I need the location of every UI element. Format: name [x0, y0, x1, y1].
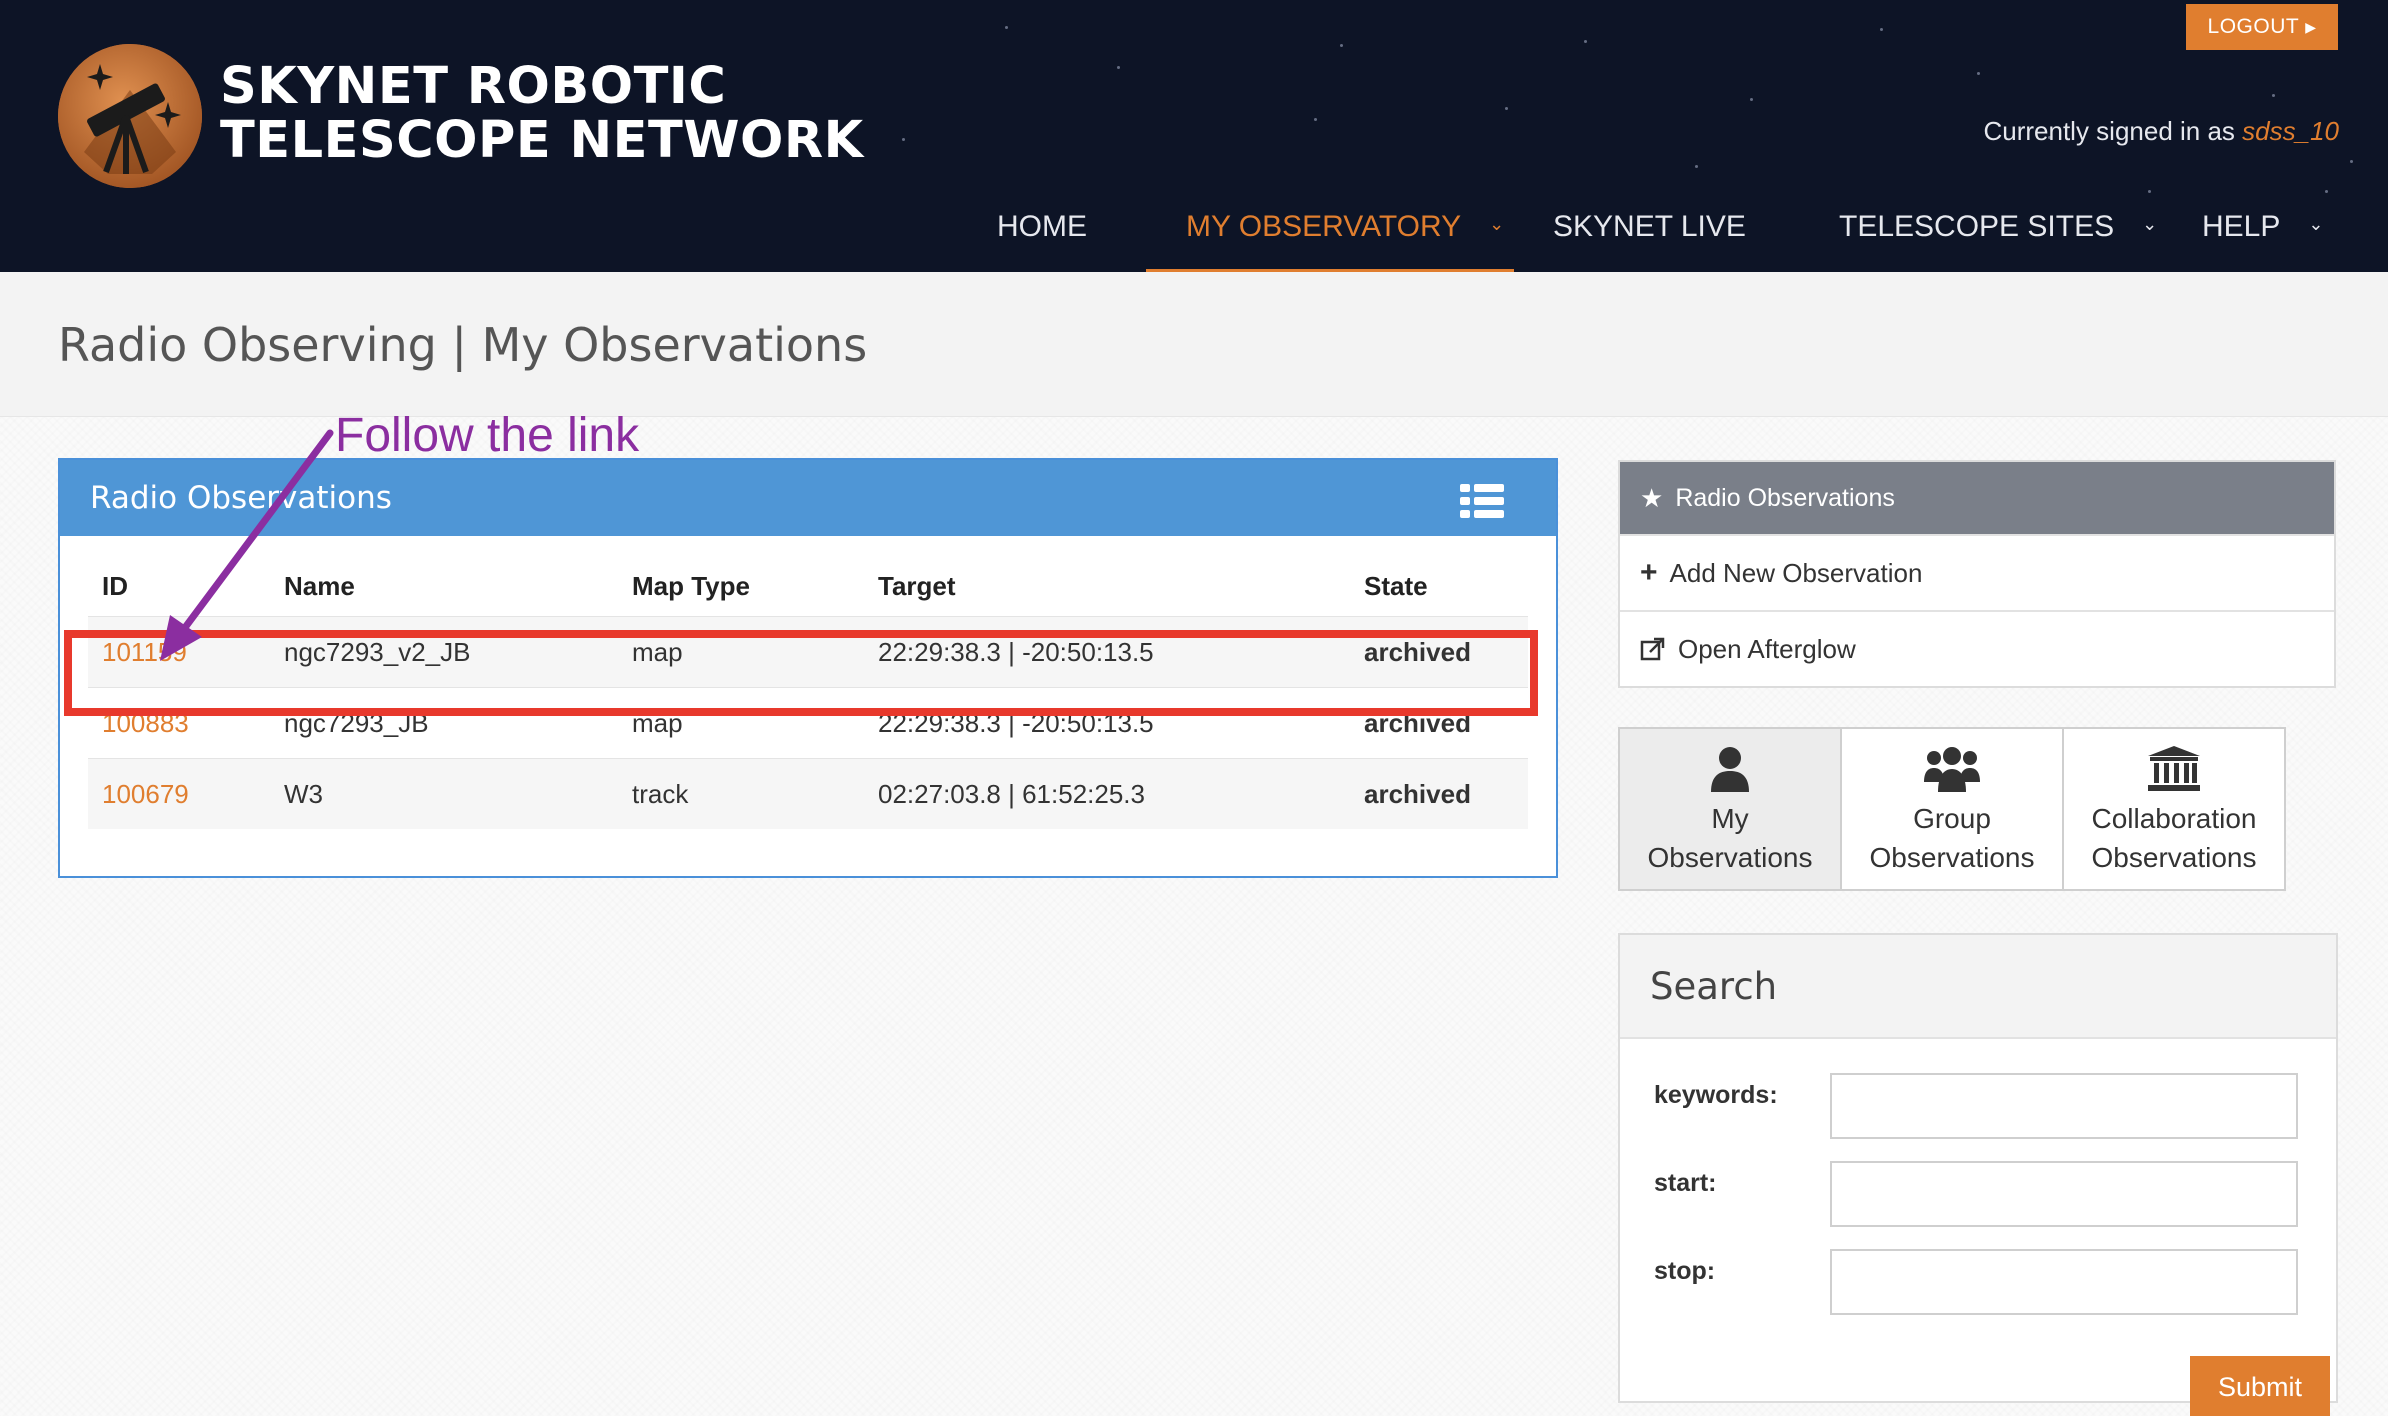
logout-button[interactable]: LOGOUT ▶ [2186, 4, 2338, 50]
tile-label: My Observations [1647, 803, 1813, 873]
tile-label: Collaboration Observations [2091, 803, 2257, 873]
logo-line-2: TELESCOPE NETWORK [220, 111, 864, 170]
site-header: SKYNET ROBOTIC TELESCOPE NETWORK LOGOUT … [0, 0, 2388, 272]
nav-help[interactable]: HELP ⌄ [2202, 210, 2323, 272]
nav-label: HELP [2202, 210, 2281, 243]
column-header-map-type[interactable]: Map Type [618, 556, 864, 617]
menu-item-label: Add New Observation [1669, 557, 1923, 588]
star-icon: ★ [1640, 482, 1664, 513]
table-row: 100679 W3 track 02:27:03.8 | 61:52:25.3 … [88, 758, 1528, 829]
nav-label: HOME [997, 210, 1087, 243]
tile-group-observations[interactable]: Group Observations [1840, 727, 2064, 891]
chevron-down-icon: ⌄ [2142, 214, 2158, 234]
user-icon [1711, 747, 1749, 792]
annotation-arrow-icon [160, 429, 334, 661]
observation-state: archived [1350, 687, 1528, 759]
observation-state: archived [1350, 616, 1528, 688]
nav-telescope-sites[interactable]: TELESCOPE SITES ⌄ [1839, 210, 2157, 272]
tile-label: Group Observations [1869, 803, 2035, 873]
site-logo-text[interactable]: SKYNET ROBOTIC TELESCOPE NETWORK [220, 60, 864, 168]
main-nav: HOME MY OBSERVATORY ⌄ SKYNET LIVE TELESC… [0, 210, 2388, 272]
nav-label: MY OBSERVATORY [1186, 210, 1462, 243]
observation-state: archived [1350, 758, 1528, 829]
observation-target: 02:27:03.8 | 61:52:25.3 [864, 758, 1350, 829]
column-header-target[interactable]: Target [864, 556, 1350, 617]
radio-observations-menu-header[interactable]: ★ Radio Observations [1620, 462, 2334, 534]
tile-collaboration-observations[interactable]: Collaboration Observations [2062, 727, 2286, 891]
observation-name: ngc7293_JB [270, 687, 618, 759]
keywords-input[interactable] [1830, 1073, 2298, 1139]
add-new-observation-link[interactable]: + Add New Observation [1620, 534, 2334, 610]
open-afterglow-link[interactable]: Open Afterglow [1620, 610, 2334, 686]
chevron-down-icon: ⌄ [2308, 214, 2324, 234]
institution-icon [2148, 746, 2200, 791]
radio-observations-menu: ★ Radio Observations + Add New Observati… [1618, 460, 2336, 688]
observation-name: W3 [270, 758, 618, 829]
menu-item-label: Open Afterglow [1678, 633, 1856, 664]
annotation-text: Follow the link [335, 409, 640, 462]
stop-label: stop: [1654, 1257, 1716, 1285]
search-panel: Search keywords: start: stop: [1618, 933, 2338, 1403]
nav-label: TELESCOPE SITES [1839, 210, 2115, 243]
start-label: start: [1654, 1169, 1717, 1197]
nav-label: SKYNET LIVE [1553, 210, 1746, 243]
stop-input[interactable] [1830, 1249, 2298, 1315]
observation-map-type: map [618, 687, 864, 759]
stop-row: stop: [1654, 1249, 2298, 1315]
keywords-label: keywords: [1654, 1081, 1778, 1109]
column-header-state[interactable]: State [1350, 556, 1528, 617]
signed-in-prefix: Currently signed in as [1983, 116, 2243, 146]
observation-target: 22:29:38.3 | -20:50:13.5 [864, 687, 1350, 759]
signed-in-username[interactable]: sdss_10 [2242, 116, 2339, 146]
nav-my-observatory[interactable]: MY OBSERVATORY ⌄ [1186, 210, 1504, 272]
start-input[interactable] [1830, 1161, 2298, 1227]
observation-target: 22:29:38.3 | -20:50:13.5 [864, 616, 1350, 688]
logout-label: LOGOUT [2207, 15, 2300, 38]
observation-map-type: track [618, 758, 864, 829]
table-row: 100883 ngc7293_JB map 22:29:38.3 | -20:5… [88, 687, 1528, 759]
chevron-down-icon: ⌄ [1489, 214, 1505, 234]
signed-in-status: Currently signed in as sdss_10 [1983, 116, 2339, 147]
telescope-logo-icon[interactable] [56, 42, 204, 190]
logo-line-1: SKYNET ROBOTIC [220, 57, 727, 116]
submit-button[interactable]: Submit [2190, 1356, 2330, 1416]
group-icon [1924, 747, 1980, 792]
page-title-band: Radio Observing | My Observations [0, 272, 2388, 417]
keywords-row: keywords: [1654, 1073, 2298, 1139]
plus-icon: + [1640, 556, 1658, 589]
observation-id-link[interactable]: 100883 [102, 708, 189, 738]
tile-my-observations[interactable]: My Observations [1618, 727, 1842, 891]
observation-id-link[interactable]: 100679 [102, 779, 189, 809]
observation-map-type: map [618, 616, 864, 688]
nav-home[interactable]: HOME [997, 210, 1087, 272]
caret-right-icon: ▶ [2305, 18, 2317, 35]
observation-scope-tiles: My Observations Group Observations Colla… [1618, 727, 2286, 891]
nav-skynet-live[interactable]: SKYNET LIVE [1553, 210, 1746, 272]
page-title: Radio Observing | My Observations [58, 318, 868, 372]
start-row: start: [1654, 1161, 2298, 1227]
menu-header-label: Radio Observations [1675, 483, 1895, 512]
list-view-icon[interactable] [1460, 484, 1504, 518]
external-link-icon [1640, 637, 1665, 661]
search-title: Search [1620, 935, 2336, 1039]
